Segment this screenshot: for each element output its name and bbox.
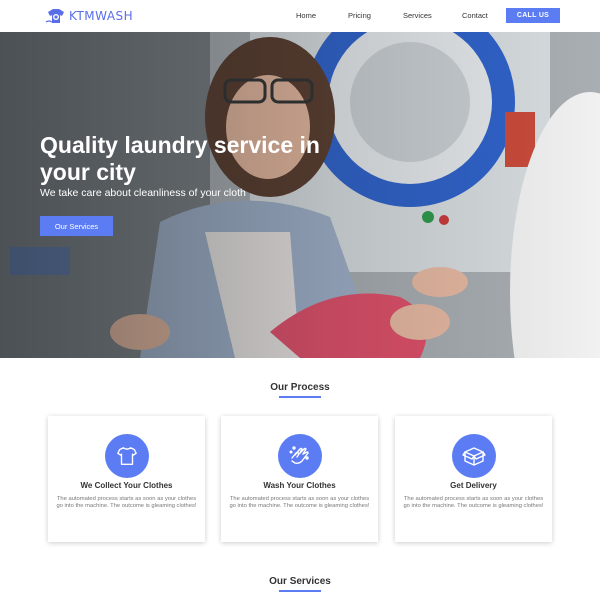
nav-pricing[interactable]: Pricing <box>348 11 371 20</box>
box-icon <box>452 434 496 478</box>
card-title: We Collect Your Clothes <box>80 481 173 490</box>
process-card-collect: We Collect Your Clothes The automated pr… <box>48 416 205 542</box>
card-text: The automated process starts as soon as … <box>229 496 370 510</box>
hero-section: Quality laundry service in your city We … <box>0 32 600 358</box>
services-section-title: Our Services <box>269 576 331 587</box>
process-card-delivery: Get Delivery The automated process start… <box>395 416 552 542</box>
card-text: The automated process starts as soon as … <box>56 496 197 510</box>
washing-logo-icon <box>45 7 67 25</box>
card-text: The automated process starts as soon as … <box>403 496 544 510</box>
card-title: Get Delivery <box>450 481 497 490</box>
nav-services[interactable]: Services <box>403 11 432 20</box>
process-section-title: Our Process <box>270 382 330 393</box>
nav-contact[interactable]: Contact <box>462 11 488 20</box>
hand-wash-icon <box>278 434 322 478</box>
our-services-button[interactable]: Our Services <box>40 216 113 236</box>
nav-home[interactable]: Home <box>296 11 316 20</box>
hero-subtitle: We take care about cleanliness of your c… <box>40 187 246 199</box>
card-title: Wash Your Clothes <box>263 481 336 490</box>
process-title-underline <box>279 396 321 398</box>
call-us-button[interactable]: CALL US <box>506 8 560 23</box>
brand-name: KTMWASH <box>69 9 134 23</box>
services-title-underline <box>279 590 321 592</box>
site-header: KTMWASH Home Pricing Services Contact CA… <box>0 0 600 32</box>
tshirt-icon <box>105 434 149 478</box>
process-card-wash: Wash Your Clothes The automated process … <box>221 416 378 542</box>
brand-logo[interactable]: KTMWASH <box>45 6 133 26</box>
hero-title: Quality laundry service in your city <box>40 132 320 185</box>
